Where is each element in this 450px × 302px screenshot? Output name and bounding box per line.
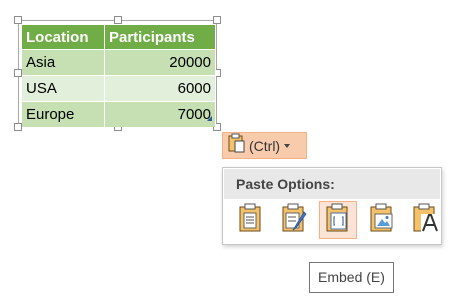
resize-handle-bottom-left[interactable] (14, 123, 22, 131)
table-header-row: Location Participants (22, 25, 216, 50)
cell-participants: 6000 (104, 75, 216, 102)
clipboard-icon (228, 133, 246, 158)
data-table: Location Participants Asia 20000 USA 600… (22, 25, 216, 127)
use-destination-styles-button[interactable] (275, 201, 313, 239)
resize-handle-top-left[interactable] (14, 16, 22, 24)
keep-source-formatting-button[interactable] (231, 201, 269, 239)
column-header-participants: Participants (104, 25, 216, 50)
table-resize-icon[interactable] (207, 116, 212, 121)
keep-text-only-button[interactable] (407, 201, 445, 239)
embed-button[interactable] (319, 201, 357, 239)
cell-location: USA (22, 75, 105, 102)
embed-tooltip: Embed (E) (309, 262, 394, 293)
keep-source-formatting-icon (238, 203, 262, 238)
paste-button-label: (Ctrl) (249, 137, 281, 154)
resize-handle-top-right[interactable] (213, 16, 221, 24)
chevron-down-icon (284, 143, 291, 148)
paste-options-button[interactable]: (Ctrl) (222, 132, 307, 159)
paste-options-title: Paste Options: (224, 169, 440, 199)
use-destination-styles-icon (281, 203, 307, 238)
table-row: Europe 7000 (22, 101, 216, 127)
table-row: Asia 20000 (22, 49, 216, 76)
table-row: USA 6000 (22, 75, 216, 102)
resize-handle-top-middle[interactable] (114, 16, 122, 24)
paste-options-menu: Paste Options: (222, 167, 442, 245)
keep-text-only-icon (412, 203, 440, 238)
resize-handle-middle-left[interactable] (14, 69, 22, 77)
embed-icon (325, 203, 351, 238)
cell-participants: 20000 (104, 49, 216, 76)
column-header-location: Location (22, 25, 105, 50)
cell-participants: 7000 (104, 101, 216, 127)
picture-button[interactable] (363, 201, 401, 239)
paste-options-list (231, 201, 450, 239)
cell-location: Asia (22, 49, 105, 76)
cell-location: Europe (22, 101, 105, 127)
picture-icon (369, 203, 395, 238)
